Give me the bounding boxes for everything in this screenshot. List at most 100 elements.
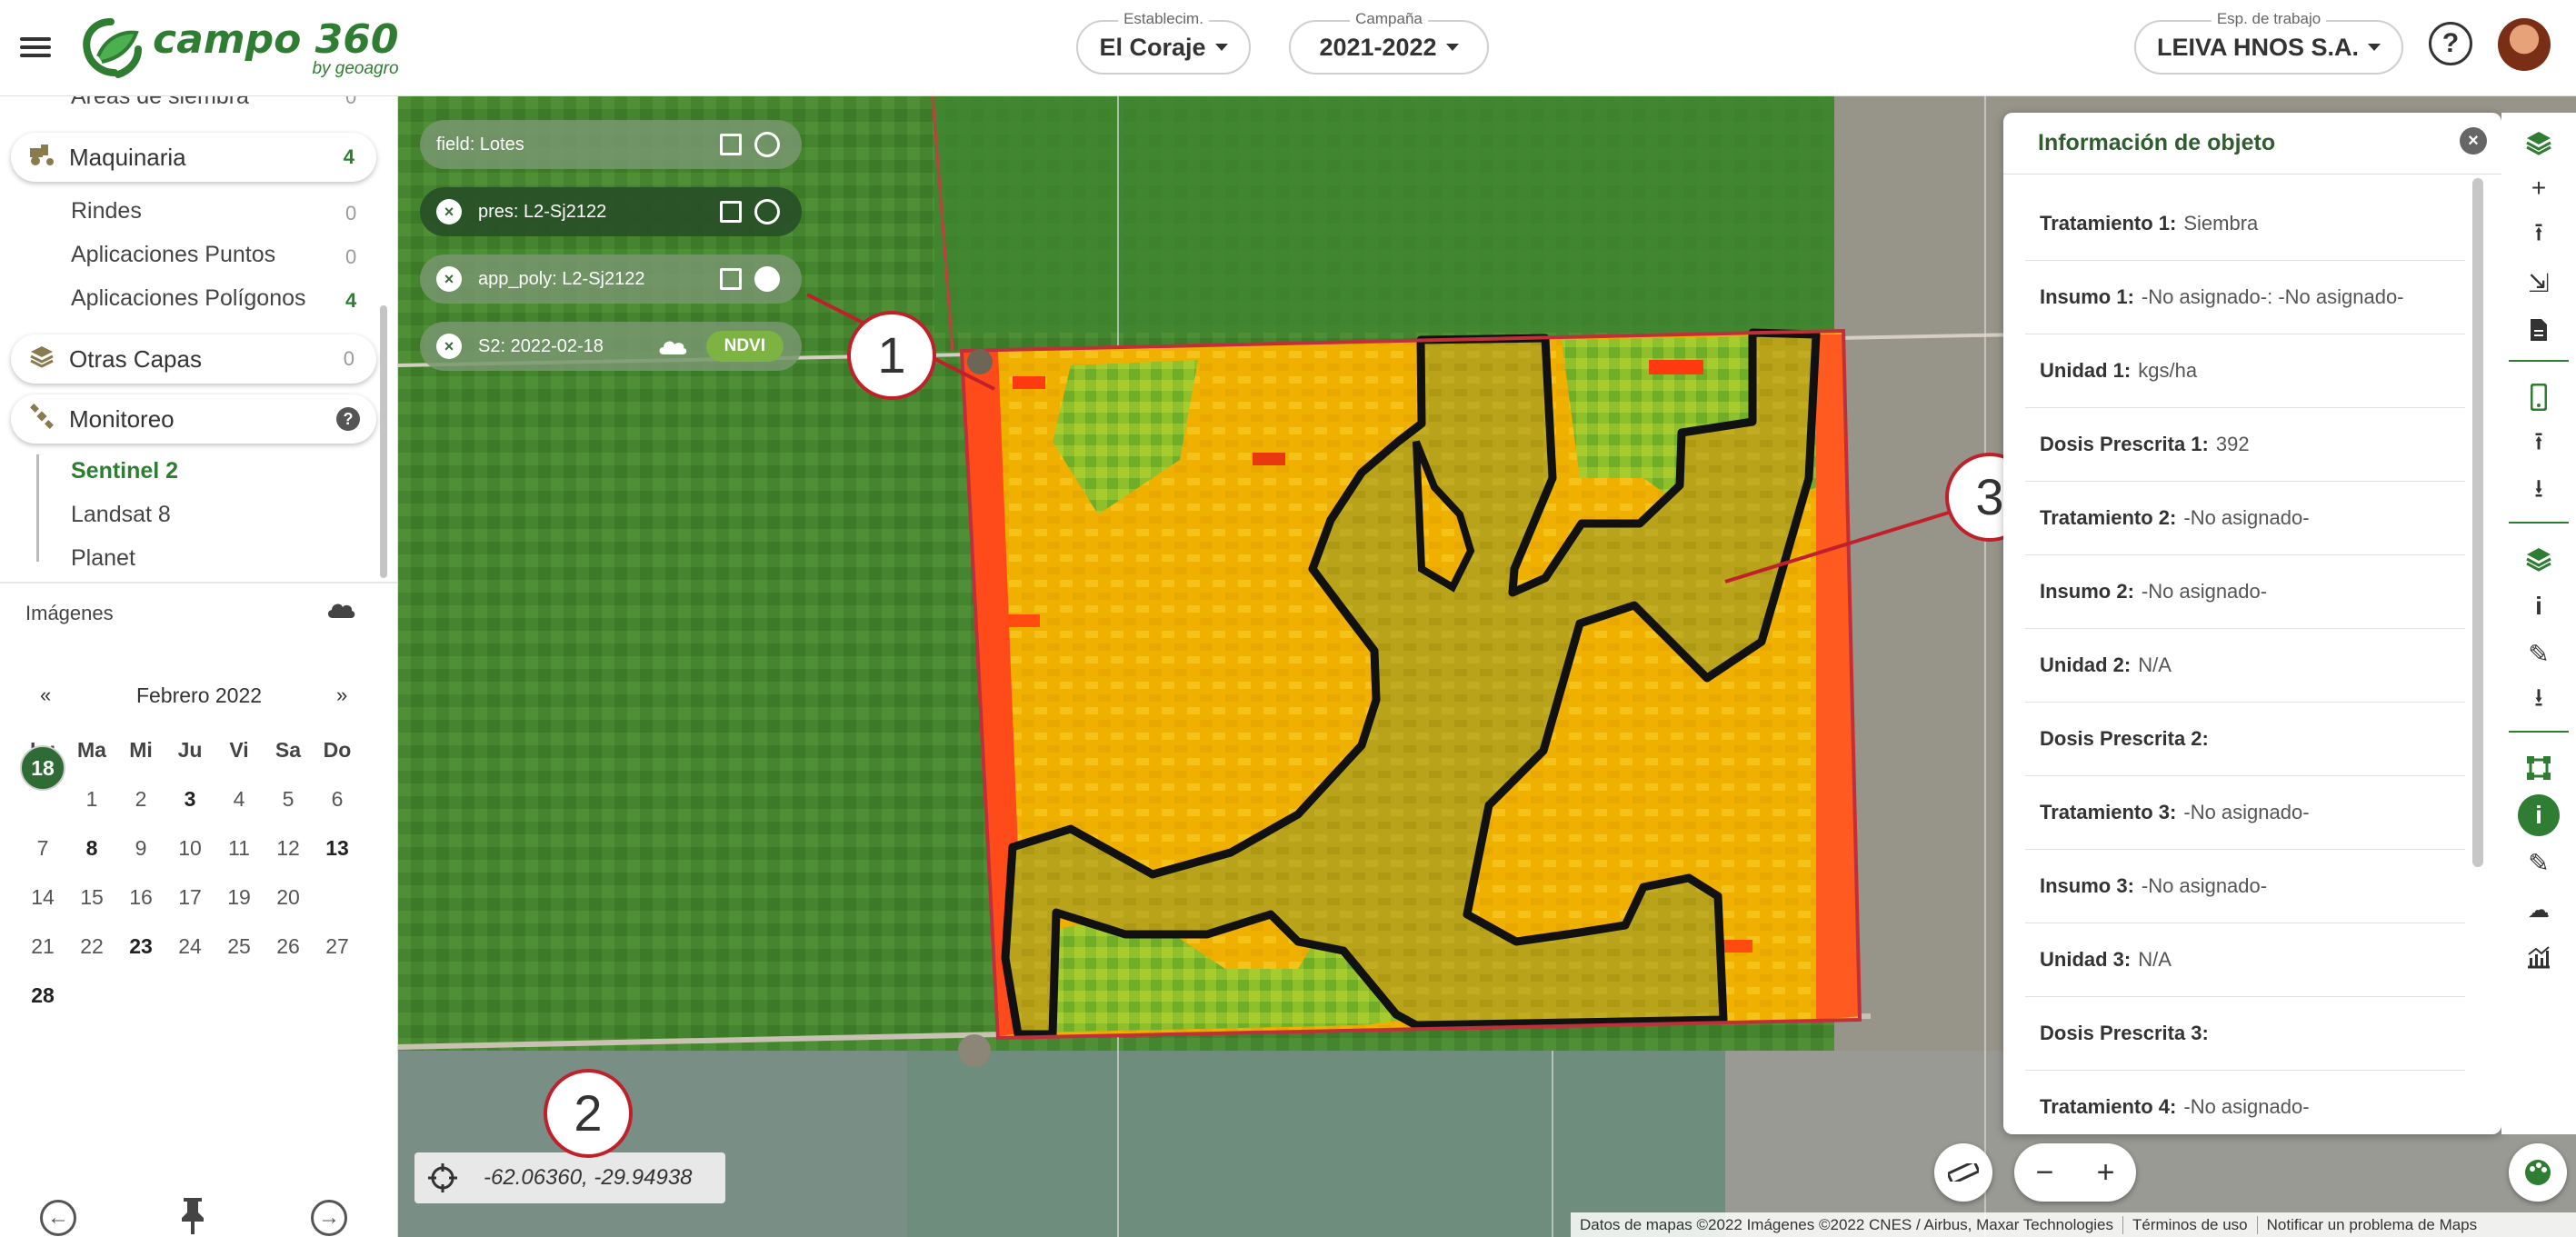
hamburger-menu-icon[interactable] [20,33,51,64]
polygon-icon[interactable] [2518,747,2560,789]
add-icon[interactable]: + [2518,167,2560,209]
calendar-day[interactable]: 13 [313,825,362,871]
avatar[interactable] [2498,18,2551,71]
expand-icon[interactable] [720,268,742,290]
calendar-day[interactable]: 5 [264,776,313,822]
calendar-day[interactable]: 23 [116,923,165,969]
sidebar-item-landsat-8[interactable]: Landsat 8 [71,502,171,528]
help-icon[interactable]: ? [2429,22,2472,65]
chart-icon[interactable] [2518,936,2560,978]
calendar-day[interactable]: 1 [67,776,116,822]
calendar-day[interactable]: 21 [18,923,67,969]
calendar-day[interactable]: 22 [67,923,116,969]
establecimiento-select[interactable]: Establecim. El Coraje [1076,10,1251,75]
calendar-next-button[interactable]: » [336,683,347,707]
zoom-controls[interactable]: − + [2014,1143,2136,1202]
layer-pill-s2[interactable]: × S2: 2022-02-18 NDVI [420,322,802,371]
calendar-day[interactable]: 2 [116,776,165,822]
layer-pill-field-lotes[interactable]: field: Lotes [420,120,802,169]
info-key: Tratamiento 1: [2040,212,2177,234]
info-panel-title: Información de objeto [2038,130,2276,155]
cloud-icon[interactable] [656,336,689,356]
calendar-day[interactable]: 3 [165,776,215,822]
info-icon[interactable]: i [2518,585,2560,627]
calendar-day[interactable]: 19 [215,874,264,920]
sidebar-item-areas-siembra[interactable]: Áreas de siembra [71,96,249,110]
campana-select[interactable]: Campaña 2021-2022 [1289,10,1489,75]
calendar-day[interactable]: 28 [18,973,67,1018]
layers-icon[interactable] [2518,122,2560,164]
calendar-day[interactable]: 9 [116,825,165,871]
arrow-right-icon[interactable]: → [311,1200,347,1236]
layers-icon[interactable] [2518,538,2560,580]
report-problem-link[interactable]: Notificar un problema de Maps [2258,1216,2487,1234]
calendar-day[interactable]: 18 [20,745,65,791]
arrow-left-icon[interactable]: ← [40,1200,76,1236]
espacio-trabajo-select[interactable]: Esp. de trabajo LEIVA HNOS S.A. [2134,10,2403,75]
calendar-day[interactable]: 6 [313,776,362,822]
expand-icon[interactable] [720,201,742,223]
remove-layer-icon[interactable]: × [436,199,462,224]
upload-icon[interactable]: ⭱ [2518,424,2560,465]
sidebar-group-monitoreo[interactable]: Monitoreo ? [11,394,376,444]
import-file-icon[interactable]: ⇲ [2518,262,2560,304]
calendar-day[interactable]: 26 [264,923,313,969]
calendar-day[interactable]: 11 [215,825,264,871]
sidebar-item-aplicaciones-poligonos[interactable]: Aplicaciones Polígonos [71,285,306,312]
app-logo[interactable]: campo 360 by geoagro [78,15,399,84]
calendar-day[interactable]: 4 [215,776,264,822]
calendar-day[interactable]: 24 [165,923,215,969]
layer-pill-pres[interactable]: × pres: L2-Sj2122 [420,187,802,236]
sidebar-group-otras-capas[interactable]: Otras Capas 0 [11,334,376,384]
edit-icon[interactable]: ✎ [2518,633,2560,674]
layer-label: pres: L2-Sj2122 [478,201,607,222]
download-icon[interactable]: ⭳ [2518,680,2560,722]
info-icon[interactable]: i [2518,794,2560,836]
remove-layer-icon[interactable]: × [436,334,462,359]
remove-layer-icon[interactable]: × [436,266,462,292]
calendar-week-row: 123456 [18,774,376,823]
calendar-day[interactable]: 27 [313,923,362,969]
zoom-in-button[interactable]: + [2097,1155,2115,1191]
pin-icon[interactable] [178,1196,207,1236]
file-icon[interactable] [2518,309,2560,351]
weather-icon[interactable]: ☁ [2518,889,2560,931]
palette-icon[interactable] [754,266,780,292]
calendar-day[interactable]: 12 [264,825,313,871]
palette-icon[interactable] [2509,1143,2567,1202]
calendar-day[interactable]: 10 [165,825,215,871]
sidebar-group-maquinaria[interactable]: Maquinaria 4 [11,133,376,182]
crosshair-icon[interactable] [427,1162,458,1193]
calendar-day[interactable]: 7 [18,825,67,871]
layer-pill-app-poly[interactable]: × app_poly: L2-Sj2122 [420,254,802,304]
calendar-day[interactable]: 16 [116,874,165,920]
close-icon[interactable]: × [2460,127,2487,155]
cloud-icon[interactable] [325,598,356,620]
terms-link[interactable]: Términos de uso [2123,1215,2258,1234]
pencil-icon[interactable]: ✎ [2518,842,2560,883]
mobile-icon[interactable] [2518,376,2560,418]
sidebar-scrollbar[interactable] [380,305,387,578]
calendar-day[interactable]: 8 [67,825,116,871]
calendar-day[interactable]: 25 [215,923,264,969]
calendar-day[interactable]: 20 [264,874,313,920]
sidebar-item-planet[interactable]: Planet [71,545,135,572]
palette-icon[interactable] [754,199,780,224]
espacio-trabajo-label: Esp. de trabajo [2211,10,2327,28]
zoom-out-button[interactable]: − [2036,1155,2054,1191]
sidebar-item-aplicaciones-puntos[interactable]: Aplicaciones Puntos [71,242,275,268]
layer-label: S2: 2022-02-18 [478,335,604,356]
palette-icon[interactable] [754,132,780,157]
sidebar-item-sentinel-2[interactable]: Sentinel 2 [71,458,178,484]
download-icon[interactable]: ⭳ [2518,471,2560,513]
sidebar-item-rindes[interactable]: Rindes [71,198,142,224]
expand-icon[interactable] [720,134,742,155]
calendar-day[interactable]: 17 [165,874,215,920]
calendar-day[interactable]: 15 [67,874,116,920]
ndvi-badge[interactable]: NDVI [705,331,784,362]
calendar-day[interactable]: 14 [18,874,67,920]
info-panel-scrollbar[interactable] [2472,178,2483,867]
upload-icon[interactable]: ⭱ [2518,214,2560,256]
help-icon[interactable]: ? [336,407,360,431]
ruler-icon[interactable] [1934,1143,1992,1202]
